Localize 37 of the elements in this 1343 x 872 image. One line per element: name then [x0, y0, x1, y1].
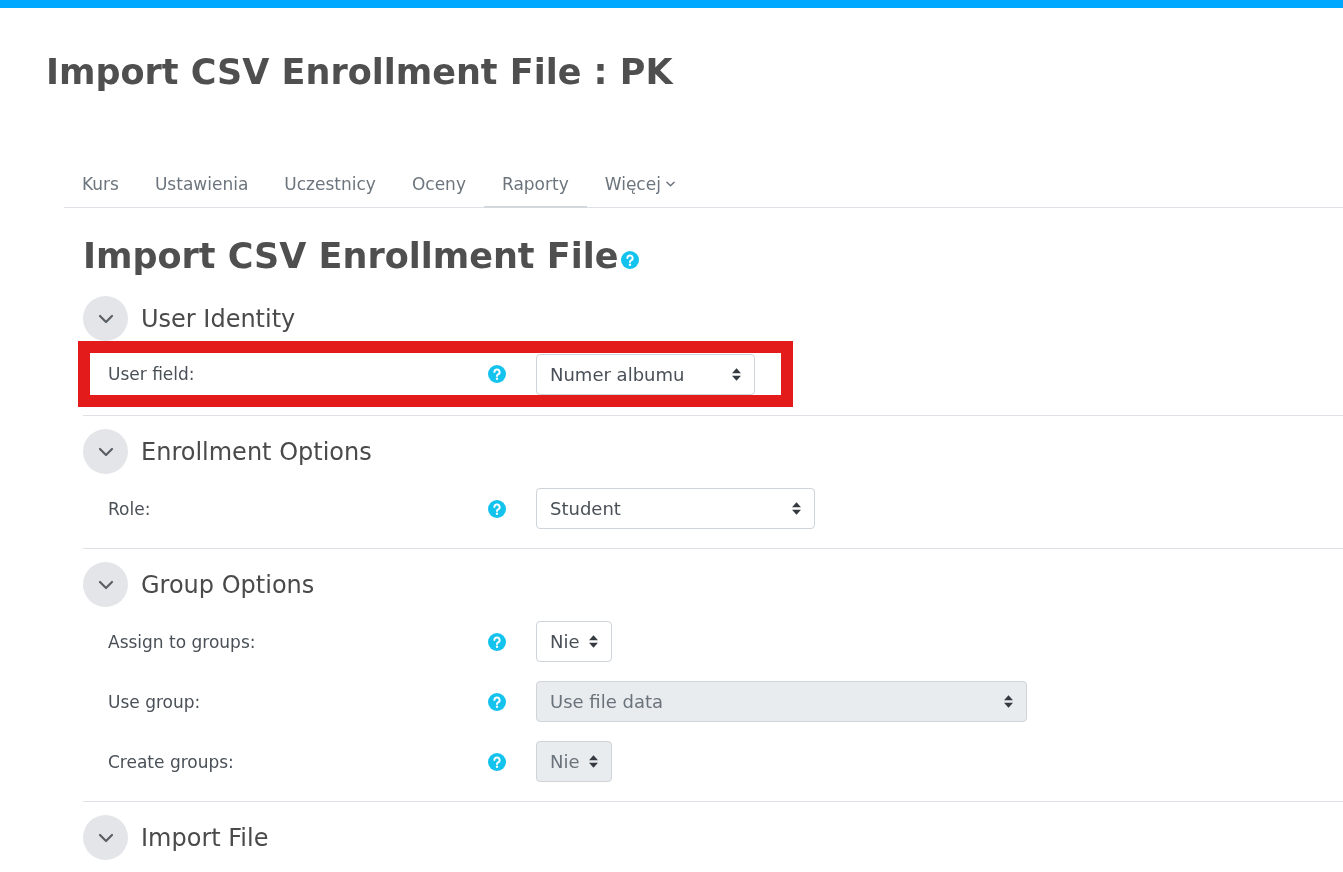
help-icon[interactable] [621, 251, 640, 269]
select-field[interactable]: Nie [536, 621, 612, 662]
nav-tab[interactable]: Ustawienia [136, 159, 267, 208]
sort-arrows-icon [792, 502, 801, 515]
section-title: Import File [141, 823, 269, 852]
nav-tab[interactable]: Oceny [393, 159, 484, 208]
nav-tab[interactable]: Kurs [64, 159, 137, 208]
section-title: Enrollment Options [141, 437, 372, 466]
collapse-toggle[interactable] [83, 562, 128, 607]
section-title: User Identity [141, 304, 296, 333]
chevron-down-icon [97, 313, 114, 324]
nav-tab[interactable]: Raporty [483, 159, 587, 208]
select-field[interactable]: Numer albumu [536, 353, 755, 395]
collapse-toggle[interactable] [83, 429, 128, 474]
field-label: Use group: [108, 691, 202, 712]
sort-arrows-icon [589, 635, 598, 648]
section-title: Group Options [141, 570, 315, 599]
collapse-toggle[interactable] [83, 815, 128, 860]
nav-tab[interactable]: Uczestnicy [266, 159, 394, 208]
field-label: Assign to groups: [108, 631, 257, 652]
help-icon[interactable] [488, 499, 506, 518]
field-label: Create groups: [108, 751, 235, 772]
field-label: Role: [108, 498, 152, 519]
chevron-down-icon [97, 446, 114, 457]
chevron-down-icon [97, 832, 114, 843]
sort-arrows-icon [589, 755, 598, 768]
page-heading: Import CSV Enrollment File [83, 235, 619, 278]
select-field[interactable]: Student [536, 488, 815, 529]
help-icon[interactable] [488, 632, 506, 651]
collapse-toggle[interactable] [83, 296, 128, 341]
field-label: User field: [108, 364, 196, 384]
chevron-down-icon [97, 579, 114, 590]
page-title: Import CSV Enrollment File : PK [46, 52, 675, 92]
nav-tab[interactable]: Więcej [586, 159, 693, 208]
sort-arrows-icon [732, 367, 741, 381]
sort-arrows-icon [1004, 695, 1013, 708]
help-icon[interactable] [488, 365, 506, 383]
